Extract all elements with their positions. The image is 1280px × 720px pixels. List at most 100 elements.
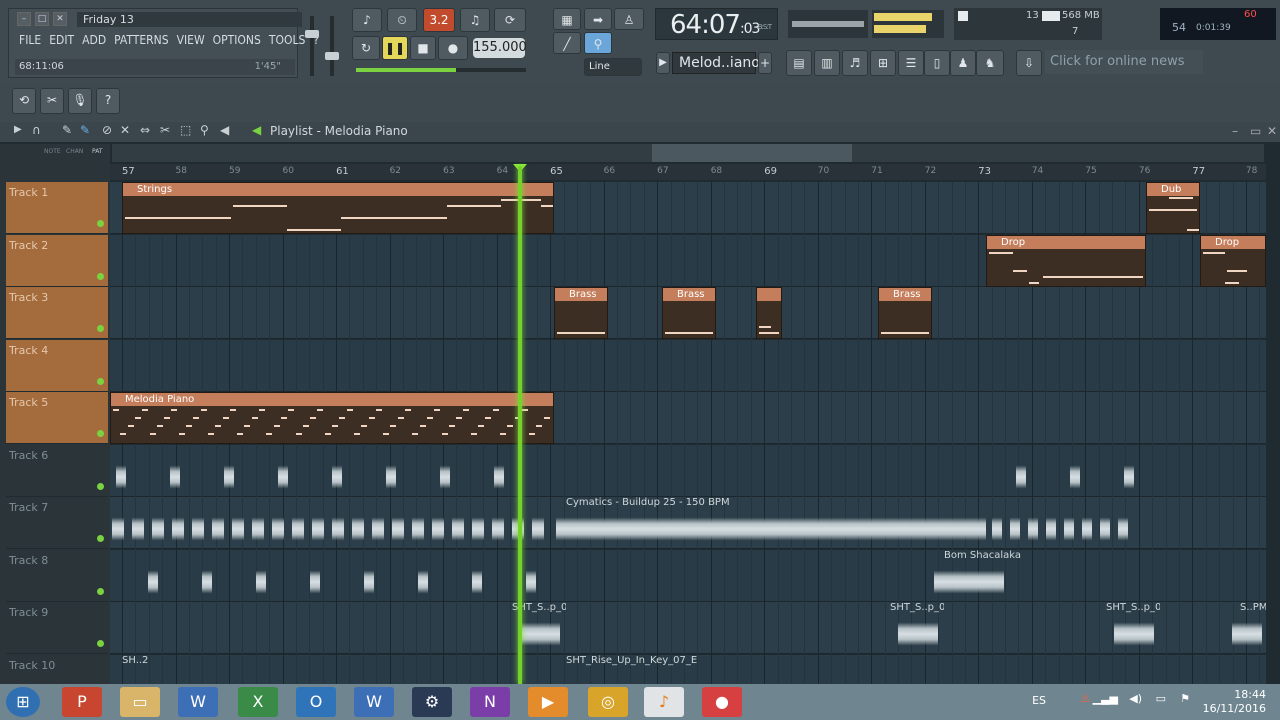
audio-clip-sht[interactable]: SHT_S..p_02 [878, 602, 944, 654]
word2-icon[interactable]: W [354, 687, 394, 717]
excel-icon[interactable]: X [238, 687, 278, 717]
audio-clip[interactable] [110, 497, 128, 549]
audio-clip[interactable] [380, 445, 420, 497]
mixer-icon[interactable]: ☰ [898, 50, 924, 76]
track-header[interactable]: Track 6 [6, 445, 108, 497]
audio-clip[interactable] [302, 550, 332, 602]
track-mute-led[interactable] [97, 272, 104, 280]
media-icon[interactable]: ▶ [528, 687, 568, 717]
snap-icon[interactable]: ♙ [614, 8, 644, 30]
select-icon[interactable]: ⬚ [180, 123, 191, 137]
steam-icon[interactable]: ⚙ [412, 687, 452, 717]
horizontal-scrollbar[interactable] [112, 144, 1264, 162]
audio-clip[interactable] [410, 550, 440, 602]
audio-clip[interactable] [1008, 497, 1024, 549]
audio-clip-sht[interactable]: S..PM [1228, 602, 1266, 654]
audio-clip[interactable] [434, 445, 474, 497]
outlook-icon[interactable]: O [296, 687, 336, 717]
track-header[interactable]: Track 3 [6, 287, 108, 339]
audio-clip[interactable] [1010, 445, 1040, 497]
scroll-thumb[interactable] [652, 144, 852, 162]
audio-clip[interactable] [1062, 497, 1078, 549]
pattern-prev-icon[interactable]: ▶ [656, 52, 670, 74]
track-mute-led[interactable] [97, 640, 104, 647]
pencil-icon[interactable]: ✎ [62, 123, 72, 137]
pattern-clip-brass[interactable] [756, 287, 782, 339]
download-icon[interactable]: ⇩ [1016, 50, 1042, 76]
audio-clip[interactable] [130, 497, 148, 549]
online-news-link[interactable]: Click for online news [1045, 50, 1203, 74]
link-icon[interactable]: ⚲ [584, 32, 612, 54]
browser-icon[interactable]: ⊞ [870, 50, 896, 76]
menu-options[interactable]: OPTIONS [209, 31, 265, 49]
audio-clip[interactable] [140, 550, 170, 602]
timeline-ruler[interactable]: 57 58 59 60 61 62 63 64 65 66 67 68 69 70 71 72 73 74 75 76… [110, 164, 1266, 180]
close-icon[interactable]: ✕ [53, 12, 67, 26]
clock[interactable]: 18:44 16/11/2016 [1203, 688, 1266, 716]
audio-clip[interactable] [230, 497, 248, 549]
minimize-icon[interactable]: – [17, 12, 31, 26]
audio-clip[interactable] [272, 445, 312, 497]
start-button[interactable]: ⊞ [6, 687, 40, 717]
audio-clip[interactable] [464, 550, 494, 602]
audio-clip[interactable] [218, 445, 258, 497]
audio-clip[interactable] [190, 497, 208, 549]
add-pattern-icon[interactable]: + [758, 52, 772, 74]
track-mute-led[interactable] [97, 430, 104, 437]
audio-clip[interactable] [310, 497, 328, 549]
play-arrow-icon[interactable]: ▶ [14, 124, 22, 135]
menu-edit[interactable]: EDIT [45, 31, 78, 49]
audio-clip[interactable] [530, 497, 548, 549]
audio-clip[interactable] [518, 550, 548, 602]
audio-clip-sht[interactable]: SH..2 [110, 655, 150, 685]
audio-clip[interactable] [1116, 497, 1132, 549]
blend-icon[interactable]: ♫ [460, 8, 490, 32]
playback-icon[interactable]: ◀ [220, 123, 229, 137]
audio-clip[interactable] [410, 497, 428, 549]
audio-clip[interactable] [170, 497, 188, 549]
audio-clip[interactable] [430, 497, 448, 549]
audio-clip[interactable] [194, 550, 224, 602]
wait-icon[interactable]: ⏲ [387, 8, 417, 32]
track-header[interactable]: Track 2 [6, 234, 108, 287]
chrome-icon[interactable]: ◎ [588, 687, 628, 717]
network-icon[interactable]: ▁▃▅ [1093, 692, 1118, 706]
pattern-clip-dub[interactable]: Dub [1146, 182, 1200, 234]
pattern-clip-drop[interactable]: Drop [986, 234, 1146, 287]
magnet-icon[interactable]: ∩ [32, 123, 41, 137]
language-indicator[interactable]: ES [1032, 694, 1046, 708]
audio-clip-sht[interactable]: SHT_S..p_02 [1094, 602, 1160, 654]
draw-icon[interactable]: ╱ [553, 32, 581, 54]
pattern-clip-brass[interactable]: Brass [662, 287, 716, 339]
countdown-button[interactable]: 3.2 [423, 8, 455, 32]
audio-clip[interactable] [1064, 445, 1094, 497]
undo-icon[interactable]: ⟲ [12, 88, 36, 114]
audio-clip[interactable] [1044, 497, 1060, 549]
audio-clip-bom[interactable]: Bom Shacalaka [932, 550, 1024, 602]
audio-clip[interactable] [250, 497, 268, 549]
track-header[interactable]: Track 9 [6, 602, 108, 654]
audio-clip[interactable] [1026, 497, 1042, 549]
track-header[interactable]: Track 8 [6, 550, 108, 602]
audio-clip[interactable] [210, 497, 228, 549]
audio-clip[interactable] [150, 497, 168, 549]
audio-clip[interactable] [1118, 445, 1148, 497]
metronome-icon[interactable]: ♪ [352, 8, 382, 32]
pattern-clip-drop[interactable]: Drop [1200, 234, 1266, 287]
loop-record-icon[interactable]: ⟳ [494, 8, 526, 32]
audio-clip[interactable] [270, 497, 288, 549]
zoom-icon[interactable]: ⚲ [200, 123, 209, 137]
playlist-grid[interactable]: Strings Dub Drop Drop Brass Brass Brass Melodia… [110, 182, 1266, 684]
song-time-display[interactable]: 64:07:03 B:S:T [655, 8, 778, 40]
audio-clip-cymatics[interactable]: Cymatics - Buildup 25 - 150 BPM [554, 497, 990, 549]
channel-rack-icon[interactable]: ▥ [814, 50, 840, 76]
cut-icon[interactable]: ✂ [40, 88, 64, 114]
maximize-icon[interactable]: □ [35, 12, 49, 26]
project-icon[interactable]: ▯ [924, 50, 950, 76]
track-header[interactable]: Track 1 [6, 182, 108, 234]
pdf-tray-icon[interactable]: ⚠ [1080, 692, 1090, 706]
recorder-icon[interactable]: ● [702, 687, 742, 717]
pattern-clip-melodia[interactable]: Melodia Piano [110, 392, 554, 444]
track-mute-led[interactable] [97, 220, 104, 227]
audio-clip[interactable] [1080, 497, 1096, 549]
